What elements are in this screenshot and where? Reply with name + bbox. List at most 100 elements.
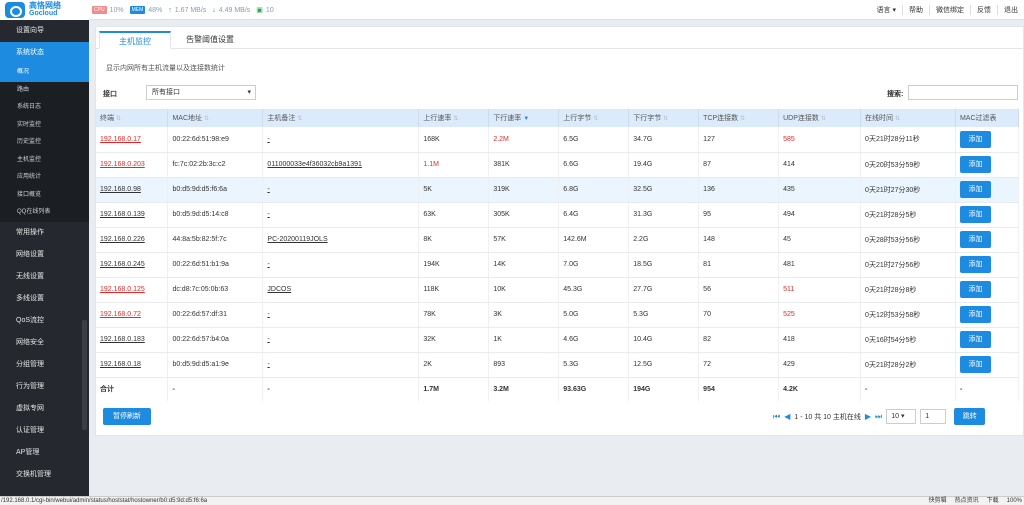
host-note-link[interactable]: 011000033e4f36032cb9a1391 xyxy=(267,161,361,168)
col-note[interactable]: 主机备注 ⇅ xyxy=(262,109,420,127)
sidebar-item-vpn[interactable]: 虚拟专网 xyxy=(0,398,89,420)
tab-alarm-threshold[interactable]: 告警阈值设置 xyxy=(174,31,246,49)
sidebar-item-group-management[interactable]: 分组管理 xyxy=(0,354,89,376)
sort-icon: ⇅ xyxy=(115,116,121,122)
hot-news-link[interactable]: 热点资讯 xyxy=(955,497,979,505)
col-up-bytes[interactable]: 上行字节 ⇅ xyxy=(558,109,630,127)
host-note-link[interactable]: PC-20200119JOLS xyxy=(267,236,327,243)
col-tcp[interactable]: TCP连接数 ⇅ xyxy=(698,109,780,127)
host-up-bytes: 45.3G xyxy=(563,286,583,293)
host-mac: b0:d5:9d:d5:14:c8 xyxy=(172,211,229,218)
host-ip-link[interactable]: 192.168.0.18 xyxy=(100,361,141,368)
col-terminal[interactable]: 终端 ⇅ xyxy=(96,109,169,127)
sidebar-item-wireless-settings[interactable]: 无线设置 xyxy=(0,266,89,288)
sidebar-item-switch-management[interactable]: 交换机管理 xyxy=(0,464,89,486)
add-mac-filter-button[interactable]: 添加 xyxy=(959,281,991,298)
host-ip-link[interactable]: 192.168.0.98 xyxy=(100,186,141,193)
add-mac-filter-button[interactable]: 添加 xyxy=(959,331,991,348)
pause-refresh-button[interactable]: 暂停刷新 xyxy=(103,408,151,425)
host-tcp: 81 xyxy=(703,261,711,268)
host-ip-link[interactable]: 192.168.0.245 xyxy=(100,261,145,268)
sidebar-sub-app-stats[interactable]: 应用统计 xyxy=(0,169,89,187)
sidebar-sub-interface-overview[interactable]: 接口概览 xyxy=(0,186,89,204)
host-ip-link[interactable]: 192.168.0.203 xyxy=(100,161,145,168)
sidebar-item-network-settings[interactable]: 网络设置 xyxy=(0,244,89,266)
host-ip-link[interactable]: 192.168.0.226 xyxy=(100,236,145,243)
first-page-icon[interactable]: ⏮ xyxy=(773,412,780,422)
host-note-link[interactable]: JDCOS xyxy=(267,286,291,293)
search-input[interactable] xyxy=(908,85,1018,100)
host-note-link[interactable]: - xyxy=(267,136,269,143)
sidebar-item-setup-wizard[interactable]: 设置向导 xyxy=(0,20,89,42)
add-mac-filter-button[interactable]: 添加 xyxy=(959,256,991,273)
sidebar-item-behavior-management[interactable]: 行为管理 xyxy=(0,376,89,398)
col-down-rate[interactable]: 下行速率 ▼ xyxy=(488,109,560,127)
sidebar-item-multiline-settings[interactable]: 多线设置 xyxy=(0,288,89,310)
table-row: 192.168.0.98 b0:d5:9d:d5:f6:6a - 5K 319K 6.8G… xyxy=(96,177,1020,203)
host-ip-link[interactable]: 192.168.0.17 xyxy=(100,136,141,143)
add-mac-filter-button[interactable]: 添加 xyxy=(959,356,991,373)
sidebar: 设置向导 系统状态 概况 路由 系统日志 实时监控 历史监控 主机监控 应用统计… xyxy=(0,20,89,496)
sidebar-item-common-ops[interactable]: 常用操作 xyxy=(0,222,89,244)
host-note-link[interactable]: - xyxy=(267,311,269,318)
sidebar-sub-system-log[interactable]: 系统日志 xyxy=(0,99,89,117)
host-up-rate: 5K xyxy=(423,186,432,193)
interface-select[interactable]: 所有接口 xyxy=(146,85,256,100)
sidebar-item-network-security[interactable]: 网络安全 xyxy=(0,332,89,354)
cloud-logo-icon xyxy=(5,2,25,18)
sidebar-sub-overview[interactable]: 概况 xyxy=(0,64,89,82)
sidebar-item-auth-management[interactable]: 认证管理 xyxy=(0,420,89,442)
logout-link[interactable]: 退出 xyxy=(997,5,1024,15)
host-note-link[interactable]: - xyxy=(267,186,269,193)
sort-icon: ⇅ xyxy=(203,116,210,122)
sort-desc-icon: ▼ xyxy=(523,116,530,122)
total-mac-filter: - xyxy=(955,377,1020,401)
help-link[interactable]: 帮助 xyxy=(902,5,929,15)
per-page-select[interactable]: 10 ▾ xyxy=(886,409,917,424)
add-mac-filter-button[interactable]: 添加 xyxy=(959,130,991,148)
host-ip-link[interactable]: 192.168.0.125 xyxy=(100,286,145,293)
col-online-time[interactable]: 在线时间 ⇅ xyxy=(860,109,956,127)
sidebar-sub-history-monitor[interactable]: 历史监控 xyxy=(0,134,89,152)
add-mac-filter-button[interactable]: 添加 xyxy=(959,231,991,248)
host-online-time: 0天21时28分11秒 xyxy=(865,136,920,144)
sidebar-sub-realtime-monitor[interactable]: 实时监控 xyxy=(0,116,89,134)
sidebar-sub-qq-online[interactable]: QQ在线列表 xyxy=(0,204,89,222)
monitor-icon: ▣ xyxy=(256,7,263,14)
prev-page-icon[interactable]: ◀ xyxy=(784,412,790,421)
sidebar-sub-route[interactable]: 路由 xyxy=(0,81,89,99)
sidebar-item-ap-management[interactable]: AP管理 xyxy=(0,442,89,464)
jump-button[interactable]: 跳转 xyxy=(954,408,986,425)
col-up-rate[interactable]: 上行速率 ⇅ xyxy=(418,109,490,127)
col-udp[interactable]: UDP连接数 ⇅ xyxy=(778,109,862,127)
last-page-icon[interactable]: ⏭ xyxy=(875,412,882,422)
tab-host-monitor[interactable]: 主机监控 xyxy=(99,31,171,49)
sidebar-sub-host-monitor[interactable]: 主机监控 xyxy=(0,151,89,169)
host-note-link[interactable]: - xyxy=(267,211,269,218)
download-link[interactable]: 下载 xyxy=(987,497,999,505)
host-up-bytes: 4.6G xyxy=(563,336,579,343)
add-mac-filter-button[interactable]: 添加 xyxy=(959,206,991,223)
host-note-link[interactable]: - xyxy=(267,361,269,368)
next-page-icon[interactable]: ▶ xyxy=(865,412,871,421)
host-ip-link[interactable]: 192.168.0.72 xyxy=(100,311,141,318)
add-mac-filter-button[interactable]: 添加 xyxy=(959,156,991,173)
col-down-bytes[interactable]: 下行字节 ⇅ xyxy=(628,109,700,127)
feedback-link[interactable]: 反馈 xyxy=(970,5,997,15)
add-mac-filter-button[interactable]: 添加 xyxy=(959,306,991,323)
col-mac[interactable]: MAC地址 ⇅ xyxy=(167,109,264,127)
sort-icon: ⇅ xyxy=(663,116,669,122)
add-mac-filter-button[interactable]: 添加 xyxy=(959,181,991,198)
host-note-link[interactable]: - xyxy=(267,336,269,343)
wechat-bind-link[interactable]: 微信绑定 xyxy=(929,5,970,15)
page-input[interactable]: 1 xyxy=(920,409,947,424)
zoom-level[interactable]: 100% xyxy=(1007,497,1022,505)
host-ip-link[interactable]: 192.168.0.183 xyxy=(100,336,145,343)
language-menu[interactable]: 语言 ▾ xyxy=(871,5,902,15)
sidebar-scrollbar[interactable] xyxy=(82,320,87,430)
quick-edit-link[interactable]: 快剪辑 xyxy=(929,497,947,505)
sidebar-item-qos[interactable]: QoS流控 xyxy=(0,310,89,332)
host-ip-link[interactable]: 192.168.0.139 xyxy=(100,211,145,218)
sidebar-item-system-status[interactable]: 系统状态 xyxy=(0,42,89,64)
host-note-link[interactable]: - xyxy=(267,261,269,268)
